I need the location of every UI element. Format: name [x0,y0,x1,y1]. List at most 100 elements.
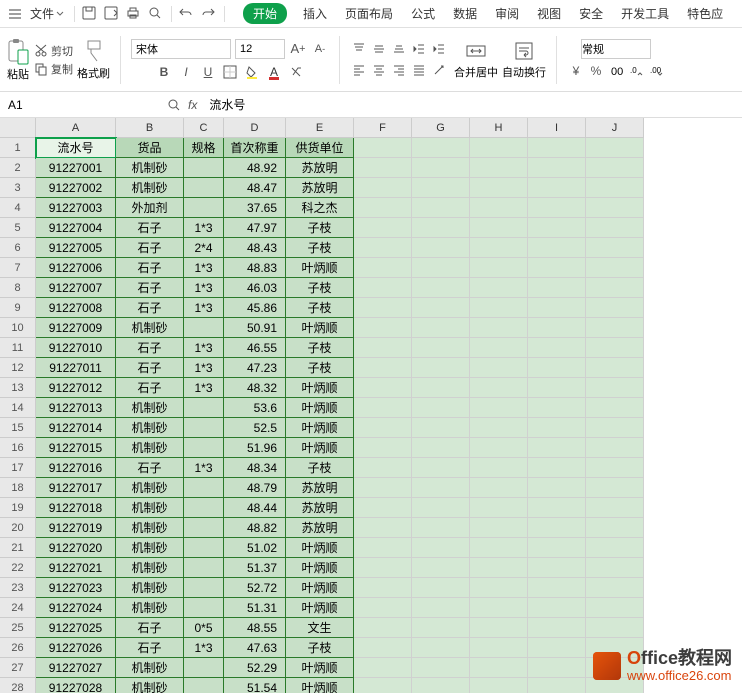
cell[interactable] [184,598,224,618]
lookup-icon[interactable] [166,97,182,113]
cell[interactable]: 规格 [184,138,224,158]
cell[interactable] [528,178,586,198]
print-preview-icon[interactable] [147,5,165,23]
cell[interactable] [412,378,470,398]
cell[interactable]: 48.47 [224,178,286,198]
cell[interactable] [354,478,412,498]
col-header[interactable]: I [528,118,586,138]
cell[interactable] [412,158,470,178]
cell[interactable] [528,338,586,358]
cell[interactable]: 91227002 [36,178,116,198]
cell[interactable]: 1*3 [184,358,224,378]
cell[interactable]: 石子 [116,238,184,258]
row-header[interactable]: 19 [0,498,36,518]
cell[interactable]: 苏放明 [286,498,354,518]
cell[interactable] [528,518,586,538]
align-middle-icon[interactable] [370,40,388,58]
cell[interactable] [586,298,644,318]
cell[interactable] [354,558,412,578]
cell[interactable]: 1*3 [184,338,224,358]
cell[interactable] [528,378,586,398]
cell[interactable] [586,258,644,278]
cell[interactable]: 叶炳顺 [286,438,354,458]
col-header[interactable]: J [586,118,644,138]
cell[interactable] [184,498,224,518]
cell[interactable] [412,578,470,598]
cell[interactable] [412,538,470,558]
row-header[interactable]: 6 [0,238,36,258]
increase-decimal-icon[interactable]: .0 [627,62,645,80]
row-header[interactable]: 20 [0,518,36,538]
cell[interactable]: 子枝 [286,218,354,238]
align-center-icon[interactable] [370,61,388,79]
cell[interactable]: 91227012 [36,378,116,398]
cell[interactable]: 1*3 [184,298,224,318]
cell[interactable]: 机制砂 [116,478,184,498]
cell[interactable]: 47.97 [224,218,286,238]
cell[interactable] [412,418,470,438]
row-header[interactable]: 9 [0,298,36,318]
row-header[interactable]: 28 [0,678,36,693]
cell[interactable] [586,138,644,158]
tab-6[interactable]: 视图 [535,3,563,24]
cell[interactable]: 91227020 [36,538,116,558]
cell[interactable] [184,558,224,578]
cell[interactable] [412,358,470,378]
cell[interactable]: 52.29 [224,658,286,678]
cell[interactable]: 47.23 [224,358,286,378]
cell[interactable]: 91227007 [36,278,116,298]
col-header[interactable]: G [412,118,470,138]
cell[interactable] [354,458,412,478]
cell[interactable]: 48.92 [224,158,286,178]
cell[interactable] [354,338,412,358]
cell[interactable] [412,438,470,458]
cell[interactable]: 子枝 [286,638,354,658]
cell[interactable] [470,678,528,693]
cell[interactable]: 叶炳顺 [286,418,354,438]
cell[interactable] [528,238,586,258]
col-header[interactable]: D [224,118,286,138]
cell[interactable] [528,458,586,478]
col-header[interactable]: H [470,118,528,138]
cell[interactable] [586,558,644,578]
cell[interactable] [354,238,412,258]
cell[interactable]: 叶炳顺 [286,318,354,338]
row-header[interactable]: 2 [0,158,36,178]
cell[interactable]: 石子 [116,458,184,478]
cell[interactable] [354,258,412,278]
underline-icon[interactable]: U [199,63,217,81]
cell[interactable] [184,658,224,678]
cell[interactable] [354,618,412,638]
tab-8[interactable]: 开发工具 [619,3,671,24]
cell[interactable]: 机制砂 [116,598,184,618]
cell[interactable] [586,618,644,638]
cell[interactable]: 48.83 [224,258,286,278]
cell[interactable]: 91227010 [36,338,116,358]
cell[interactable]: 机制砂 [116,538,184,558]
cell[interactable] [586,478,644,498]
cell[interactable] [470,478,528,498]
cell[interactable] [354,658,412,678]
cell[interactable]: 机制砂 [116,558,184,578]
cell[interactable] [470,558,528,578]
row-header[interactable]: 3 [0,178,36,198]
name-box[interactable] [0,94,160,116]
wrap-text-button[interactable]: 自动换行 [502,40,546,80]
cell[interactable] [586,538,644,558]
align-justify-icon[interactable] [410,61,428,79]
row-header[interactable]: 26 [0,638,36,658]
formula-input[interactable] [203,98,603,112]
cell[interactable]: 供货单位 [286,138,354,158]
decrease-decimal-icon[interactable]: .00 [647,62,665,80]
cell[interactable] [586,358,644,378]
cell[interactable]: 91227005 [36,238,116,258]
tab-9[interactable]: 特色应 [685,3,725,24]
cell[interactable] [470,258,528,278]
cell[interactable]: 石子 [116,258,184,278]
cell[interactable]: 苏放明 [286,178,354,198]
cell[interactable] [354,438,412,458]
cell[interactable]: 48.44 [224,498,286,518]
cell[interactable] [354,418,412,438]
cell[interactable] [184,518,224,538]
cell[interactable]: 91227014 [36,418,116,438]
